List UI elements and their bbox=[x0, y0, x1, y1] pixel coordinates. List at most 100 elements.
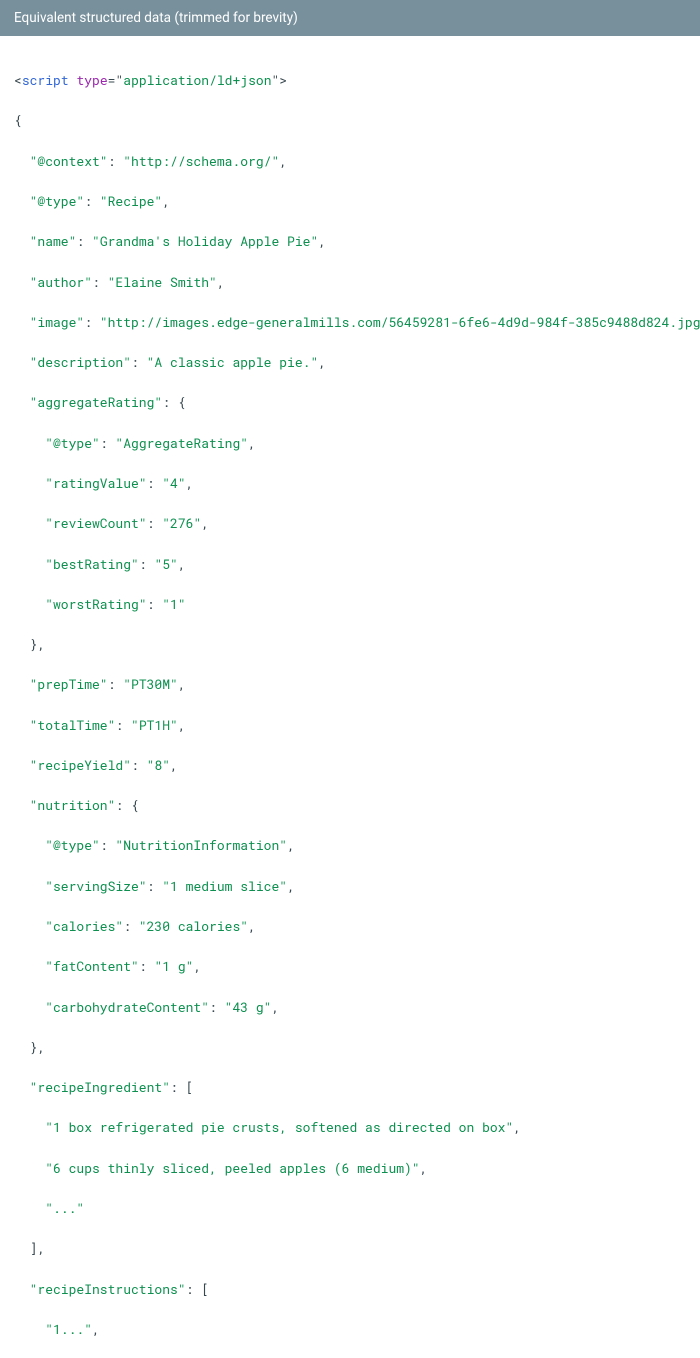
colon: : bbox=[76, 232, 92, 250]
comma: , bbox=[217, 273, 225, 291]
json-key: "name" bbox=[30, 232, 77, 250]
json-val: "4" bbox=[162, 474, 185, 492]
colon: : bbox=[100, 836, 116, 854]
comma: , bbox=[287, 836, 295, 854]
brace-close: }, bbox=[30, 1038, 46, 1056]
colon: : bbox=[84, 313, 100, 331]
panel-title: Equivalent structured data (trimmed for … bbox=[14, 10, 298, 26]
brace-close: }, bbox=[30, 635, 46, 653]
json-key: "fatContent" bbox=[45, 957, 139, 975]
json-val: "1 box refrigerated pie crusts, softened… bbox=[45, 1118, 513, 1136]
json-val: "1 medium slice" bbox=[162, 877, 287, 895]
json-key: "nutrition" bbox=[30, 796, 116, 814]
comma: , bbox=[279, 152, 287, 170]
comma: , bbox=[178, 555, 186, 573]
bracket-close: ], bbox=[30, 1239, 46, 1257]
json-key: "worstRating" bbox=[45, 595, 146, 613]
json-key: "@type" bbox=[45, 836, 100, 854]
json-val: "5" bbox=[154, 555, 177, 573]
json-open-brace: { bbox=[14, 111, 22, 129]
colon: : bbox=[131, 353, 147, 371]
comma: , bbox=[318, 353, 326, 371]
colon: : bbox=[84, 192, 100, 210]
json-key: "reviewCount" bbox=[45, 514, 146, 532]
json-key: "image" bbox=[30, 313, 85, 331]
json-val: "..." bbox=[45, 1199, 84, 1217]
comma: , bbox=[318, 232, 326, 250]
attr-value: application/ld+json bbox=[123, 71, 271, 89]
json-key: "bestRating" bbox=[45, 555, 139, 573]
colon: : bbox=[209, 998, 225, 1016]
json-val: "Elaine Smith" bbox=[108, 273, 217, 291]
comma: , bbox=[420, 1159, 428, 1177]
colon: : bbox=[123, 917, 139, 935]
colon-bracket: : [ bbox=[170, 1078, 193, 1096]
json-val: "http://schema.org/" bbox=[123, 152, 279, 170]
json-val: "1 g" bbox=[154, 957, 193, 975]
colon: : bbox=[139, 555, 155, 573]
brace: { bbox=[178, 393, 186, 411]
colon: : bbox=[131, 756, 147, 774]
json-val: "1..." bbox=[45, 1320, 92, 1338]
comma: , bbox=[162, 192, 170, 210]
json-key: "carbohydrateContent" bbox=[45, 998, 209, 1016]
json-key: "recipeYield" bbox=[30, 756, 131, 774]
comma: , bbox=[248, 917, 256, 935]
brace: { bbox=[131, 796, 139, 814]
json-val: "1" bbox=[162, 595, 185, 613]
json-val: "230 calories" bbox=[139, 917, 248, 935]
comma: , bbox=[248, 434, 256, 452]
json-key: "@context" bbox=[30, 152, 108, 170]
json-val: "276" bbox=[162, 514, 201, 532]
json-key: "calories" bbox=[45, 917, 123, 935]
comma: , bbox=[201, 514, 209, 532]
comma: , bbox=[178, 716, 186, 734]
comma: , bbox=[287, 877, 295, 895]
comma: , bbox=[186, 474, 194, 492]
colon: : bbox=[147, 474, 163, 492]
colon: : bbox=[147, 514, 163, 532]
code-block: <script type="application/ld+json"> { "@… bbox=[0, 36, 700, 1358]
colon: : bbox=[147, 877, 163, 895]
comma: , bbox=[170, 756, 178, 774]
comma: , bbox=[92, 1320, 100, 1338]
comma: , bbox=[513, 1118, 521, 1136]
colon: : bbox=[92, 273, 108, 291]
colon: : bbox=[139, 957, 155, 975]
json-val: "NutritionInformation" bbox=[115, 836, 287, 854]
json-val: "Grandma's Holiday Apple Pie" bbox=[92, 232, 318, 250]
json-key: "recipeInstructions" bbox=[30, 1280, 186, 1298]
json-val: "43 g" bbox=[225, 998, 272, 1016]
json-val: "PT30M" bbox=[123, 675, 178, 693]
json-key: "@type" bbox=[45, 434, 100, 452]
json-key: "aggregateRating" bbox=[30, 393, 163, 411]
json-val: "8" bbox=[147, 756, 170, 774]
tag-name: script bbox=[22, 71, 69, 89]
comma: , bbox=[271, 998, 279, 1016]
json-val: "PT1H" bbox=[131, 716, 178, 734]
colon: : bbox=[100, 434, 116, 452]
colon: : bbox=[147, 595, 163, 613]
comma: , bbox=[178, 675, 186, 693]
tag-close-bracket: "> bbox=[272, 71, 288, 89]
json-val: "A classic apple pie." bbox=[147, 353, 319, 371]
json-key: "recipeIngredient" bbox=[30, 1078, 170, 1096]
colon-bracket: : [ bbox=[186, 1280, 209, 1298]
json-key: "author" bbox=[30, 273, 92, 291]
json-val: "AggregateRating" bbox=[115, 434, 248, 452]
json-val: "Recipe" bbox=[100, 192, 162, 210]
colon: : bbox=[162, 393, 178, 411]
panel-header: Equivalent structured data (trimmed for … bbox=[0, 0, 700, 36]
json-val: "6 cups thinly sliced, peeled apples (6 … bbox=[45, 1159, 419, 1177]
json-key: "description" bbox=[30, 353, 131, 371]
json-key: "servingSize" bbox=[45, 877, 146, 895]
colon: : bbox=[115, 796, 131, 814]
json-key: "totalTime" bbox=[30, 716, 116, 734]
tag-open-bracket: < bbox=[14, 71, 22, 89]
comma: , bbox=[193, 957, 201, 975]
colon: : bbox=[108, 152, 124, 170]
json-key: "prepTime" bbox=[30, 675, 108, 693]
attr-eq: =" bbox=[108, 71, 124, 89]
colon: : bbox=[108, 675, 124, 693]
json-key: "@type" bbox=[30, 192, 85, 210]
